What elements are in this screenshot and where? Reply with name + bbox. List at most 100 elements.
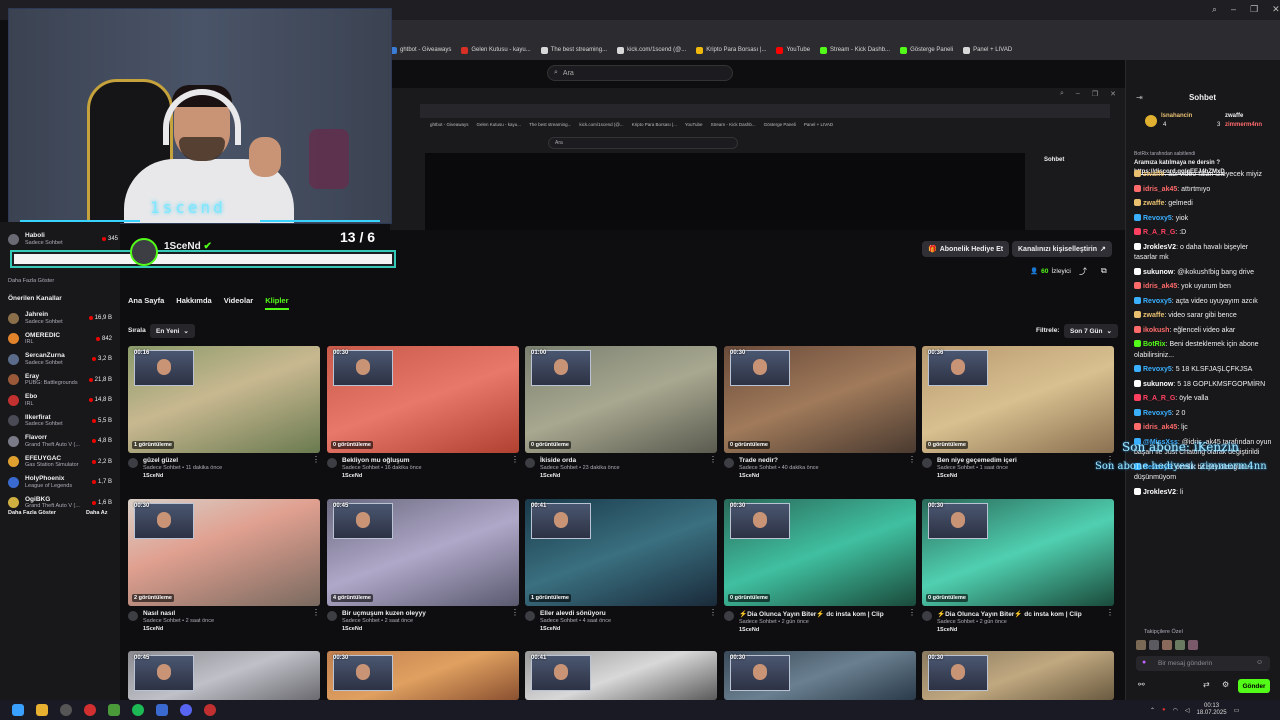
bookmark-item[interactable]: The best streaming... <box>540 46 607 54</box>
sidebar-channel-jahrein[interactable]: Jahrein Sadece Sohbet 16,9 B <box>8 307 112 329</box>
tab-ana-sayfa[interactable]: Ana Sayfa <box>128 296 164 310</box>
clip-thumbnail[interactable]: 00:45 4 görüntüleme <box>327 499 519 606</box>
chat-username[interactable]: R_A_R_G <box>1143 229 1175 236</box>
clip-thumbnail[interactable]: 00:30 <box>724 651 916 700</box>
clip-thumbnail[interactable]: 00:30 0 görüntüleme <box>724 346 916 453</box>
app-icon[interactable] <box>156 704 168 716</box>
clip-channel-link[interactable]: 1SceNd <box>937 627 1082 633</box>
emote-icon[interactable] <box>1149 640 1159 650</box>
clip-thumbnail[interactable]: 01:00 0 görüntüleme <box>525 346 717 453</box>
chat-username[interactable]: sukunow <box>1143 381 1173 388</box>
clip-card[interactable]: 00:30 <box>922 651 1114 700</box>
search-icon[interactable]: ⌕ <box>1212 4 1217 15</box>
clip-card[interactable]: 00:45 4 görüntüleme Bir uçmuşum kuzen ol… <box>327 499 519 632</box>
obs-icon[interactable] <box>60 704 72 716</box>
clip-channel-link[interactable]: 1SceNd <box>342 473 422 479</box>
more-options-icon[interactable]: ⋮ <box>312 456 320 479</box>
clip-card[interactable]: 01:00 0 görüntüleme İkiside orda Sadece … <box>525 346 717 479</box>
clip-thumbnail[interactable]: 00:41 1 görüntüleme <box>525 499 717 606</box>
emote-icon[interactable] <box>1162 640 1172 650</box>
chat-username[interactable]: Revoxy5 <box>1143 298 1172 305</box>
chat-username[interactable]: idris_ak45 <box>1143 283 1177 290</box>
clip-card[interactable]: 00:30 <box>724 651 916 700</box>
show-more-button[interactable]: Daha Fazla Göster <box>8 510 56 516</box>
sidebar-channel-omeredic[interactable]: OMEREDIC IRL 842 <box>8 328 112 350</box>
clip-thumbnail[interactable]: 00:30 2 görüntüleme <box>128 499 320 606</box>
clip-thumbnail[interactable]: 00:30 0 görüntüleme <box>327 346 519 453</box>
notification-icon[interactable]: ▭ <box>1234 707 1240 714</box>
more-options-icon[interactable]: ⋮ <box>511 609 519 632</box>
maximize-icon[interactable]: ❐ <box>1250 4 1258 15</box>
bookmark-item[interactable]: Gösterge Paneli <box>900 46 953 54</box>
tab-klipler[interactable]: Klipler <box>265 296 289 310</box>
minimize-icon[interactable]: – <box>1231 4 1236 15</box>
sidebar-channel-eray[interactable]: Eray PUBG: Battlegrounds 21,8 B <box>8 369 112 391</box>
chat-username[interactable]: ikokush <box>1143 327 1169 334</box>
clip-card[interactable]: 00:30 0 görüntüleme Bekliyon mu oğluşum … <box>327 346 519 479</box>
spotify-icon[interactable] <box>132 704 144 716</box>
chat-username[interactable]: idris_ak45 <box>1143 424 1177 431</box>
sidebar-channel-flavorr[interactable]: Flavorr Grand Theft Auto V (... 4,8 B <box>8 430 112 452</box>
chat-username[interactable]: zwaffe <box>1143 200 1164 207</box>
chat-username[interactable]: R_A_R_G <box>1143 395 1175 402</box>
chat-username[interactable]: zwaffe <box>1143 171 1164 178</box>
sidebar-channel-ebo[interactable]: Ebo IRL 14,8 B <box>8 389 112 411</box>
chat-username[interactable]: zwaffe <box>1143 312 1164 319</box>
clip-thumbnail[interactable]: 00:30 0 görüntüleme <box>922 499 1114 606</box>
clip-channel-link[interactable]: 1SceNd <box>143 626 214 632</box>
emote-icon[interactable] <box>1136 640 1146 650</box>
clip-card[interactable]: 00:30 2 görüntüleme Nasıl nasıl Sadece S… <box>128 499 320 632</box>
chat-message-input[interactable]: Bir mesaj gönderin <box>1136 656 1270 671</box>
app-icon[interactable] <box>108 704 120 716</box>
show-less-button[interactable]: Daha Az <box>86 510 108 516</box>
clock[interactable]: 00:13 18.07.2025 <box>1197 703 1227 717</box>
bookmark-item[interactable]: ghtbot - Giveaways <box>390 46 451 54</box>
chat-username[interactable]: JroklesV2 <box>1143 244 1176 251</box>
clip-channel-link[interactable]: 1SceNd <box>143 473 222 479</box>
sidebar-top-item[interactable]: Haboli Sadece Sohbet 345 <box>8 228 118 250</box>
file-explorer-icon[interactable] <box>36 704 48 716</box>
chevron-up-icon[interactable]: ⌃ <box>1150 707 1155 714</box>
more-options-icon[interactable]: ⋮ <box>709 609 717 632</box>
emoji-icon[interactable]: ☺ <box>1256 659 1263 666</box>
points-icon[interactable]: ⚯ <box>1138 680 1145 689</box>
share-icon[interactable]: ⤴ <box>1079 266 1087 277</box>
tab-videolar[interactable]: Videolar <box>224 296 253 310</box>
customize-channel-button[interactable]: Kanalınızı kişiselleştirin ↗ <box>1012 241 1112 257</box>
chat-username[interactable]: JroklesV2 <box>1143 489 1176 496</box>
close-icon[interactable]: ✕ <box>1272 4 1280 15</box>
sidebar-channel-llkerfirat[interactable]: llkerfirat Sadece Sohbet 5,5 B <box>8 410 112 432</box>
filter-select[interactable]: Son 7 Gün ⌄ <box>1064 324 1118 338</box>
more-options-icon[interactable]: ⋮ <box>1106 609 1114 633</box>
chat-username[interactable]: Revoxy5 <box>1143 410 1172 417</box>
clip-card[interactable]: 00:30 <box>327 651 519 700</box>
tray-app-icon[interactable]: ● <box>1162 707 1166 713</box>
sidebar-channel-holyphoenix[interactable]: HolyPhoenix League of Legends 1,7 B <box>8 471 112 493</box>
volume-icon[interactable]: ◁ <box>1185 707 1190 714</box>
clip-channel-link[interactable]: 1SceNd <box>342 626 426 632</box>
clip-card[interactable]: 00:30 0 görüntüleme ⚡Dia Olunca Yayın Bi… <box>724 499 916 633</box>
windows-start-icon[interactable] <box>12 704 24 716</box>
gift-sub-button[interactable]: 🎁 Abonelik Hediye Et <box>922 241 1010 257</box>
clip-thumbnail[interactable]: 00:30 <box>327 651 519 700</box>
clip-card[interactable]: 00:16 1 görüntüleme güzel güzel Sadece S… <box>128 346 320 479</box>
clip-thumbnail[interactable]: 00:36 0 görüntüleme <box>922 346 1114 453</box>
clip-card[interactable]: 00:30 0 görüntüleme Trade nedir? Sadece … <box>724 346 916 479</box>
search-input[interactable]: ⌕ Ara <box>547 65 733 81</box>
show-more-link[interactable]: Daha Fazla Göster <box>8 278 54 284</box>
clip-card[interactable]: 00:30 0 görüntüleme ⚡Dia Olunca Yayın Bi… <box>922 499 1114 633</box>
clip-card[interactable]: 00:45 <box>128 651 320 700</box>
chat-username[interactable]: BotRix <box>1143 341 1166 348</box>
tab-hakkımda[interactable]: Hakkımda <box>176 296 211 310</box>
bookmark-item[interactable]: YouTube <box>776 46 810 54</box>
opera-icon[interactable] <box>84 704 96 716</box>
more-options-icon[interactable]: ⋮ <box>312 609 320 632</box>
chat-username[interactable]: sukunow <box>1143 269 1173 276</box>
discord-icon[interactable] <box>180 704 192 716</box>
channel-avatar[interactable] <box>130 238 158 266</box>
bookmark-item[interactable]: kick.com/1scend (@... <box>617 46 686 54</box>
chat-username[interactable]: idris_ak45 <box>1143 186 1177 193</box>
more-options-icon[interactable]: ⋮ <box>511 456 519 479</box>
bookmark-item[interactable]: Kripto Para Borsası |... <box>696 46 766 54</box>
clip-thumbnail[interactable]: 00:41 <box>525 651 717 700</box>
